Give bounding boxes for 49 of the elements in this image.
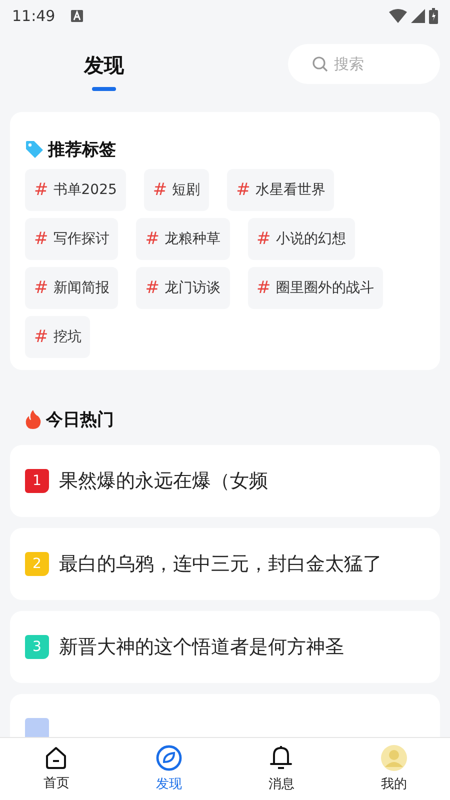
topic-tag[interactable]: # 短剧	[144, 169, 210, 211]
hot-post[interactable]: 2 最白的乌鸦，连中三元，封白金太猛了	[10, 528, 440, 600]
avatar-icon	[380, 745, 407, 771]
hash-icon: #	[34, 229, 48, 249]
hash-icon: #	[236, 180, 250, 200]
signal-icon	[411, 9, 425, 23]
bell-icon	[269, 745, 294, 771]
topic-tag[interactable]: # 龙门访谈	[136, 267, 230, 309]
hash-icon: #	[34, 327, 48, 347]
topic-tag[interactable]: # 新闻简报	[25, 267, 118, 309]
hash-icon: #	[256, 229, 271, 249]
topic-tag[interactable]: # 书单2025	[25, 169, 126, 211]
hash-icon: #	[145, 278, 160, 298]
section-title: 今日热门	[46, 409, 114, 431]
nav-tab[interactable]: 发现	[112, 738, 225, 800]
topic-tag[interactable]: # 龙粮种草	[136, 218, 230, 260]
compass-icon	[156, 745, 182, 771]
topic-tag[interactable]: # 写作探讨	[25, 218, 118, 260]
post-title: 果然爆的永远在爆（女频	[59, 469, 268, 494]
keyboard-icon	[71, 10, 84, 22]
section-title: 推荐标签	[48, 139, 116, 161]
nav-tab[interactable]: 消息	[225, 738, 338, 800]
hash-icon: #	[34, 278, 48, 298]
hash-icon: #	[256, 278, 271, 298]
post-title: 最白的乌鸦，连中三元，封白金太猛了	[59, 552, 382, 577]
rank-badge: 1	[25, 469, 49, 493]
post-title: 新晋大神的这个悟道者是何方神圣	[59, 635, 344, 660]
rank-badge: 2	[25, 552, 49, 576]
hash-icon: #	[145, 229, 160, 249]
nav-tab[interactable]: 首页	[0, 738, 112, 800]
topic-tag[interactable]: # 水星看世界	[227, 169, 334, 211]
hot-post[interactable]: 1 果然爆的永远在爆（女频	[10, 445, 440, 517]
hash-icon: #	[34, 180, 48, 200]
rank-badge: 3	[25, 635, 49, 659]
hot-post[interactable]: 3 新晋大神的这个悟道者是何方神圣	[10, 611, 440, 683]
home-icon	[44, 746, 68, 770]
tab[interactable]: 发现	[70, 44, 138, 91]
wifi-icon	[389, 9, 407, 23]
battery-icon	[429, 8, 438, 24]
topic-tag[interactable]: # 圈里圈外的战斗	[248, 267, 383, 309]
topic-tag[interactable]: # 挖坑	[25, 316, 90, 358]
flame-icon	[25, 410, 42, 429]
tag-icon	[25, 140, 44, 159]
status-time: 11:49	[12, 7, 56, 25]
nav-tab[interactable]: 我的	[338, 738, 450, 800]
hash-icon: #	[152, 180, 168, 200]
topic-tag[interactable]: # 小说的幻想	[248, 218, 355, 260]
search-icon	[312, 56, 328, 72]
search-field[interactable]: 搜索	[288, 44, 440, 84]
